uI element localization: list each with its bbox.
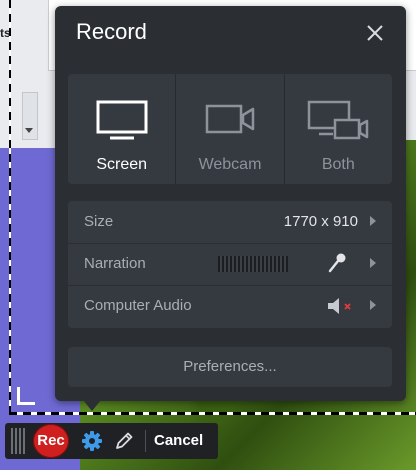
panel-title: Record [76, 19, 147, 44]
mode-both-label: Both [321, 156, 355, 173]
background-scroll-arrow-icon [25, 128, 33, 133]
monitor-icon [96, 100, 148, 140]
speaker-muted-icon [328, 298, 351, 314]
toolbar-divider [145, 430, 146, 452]
narration-row[interactable]: Narration [68, 243, 392, 286]
size-value: 1770 x 910 [283, 213, 358, 230]
recorder-toolbar: Rec Cancel [5, 423, 218, 459]
settings-group: Size 1770 x 910 Narration Computer Audio [68, 201, 392, 328]
capture-mode-group: Screen Webcam Both [68, 74, 392, 184]
chevron-right-icon [370, 300, 376, 310]
size-row[interactable]: Size 1770 x 910 [68, 201, 392, 244]
mode-screen-label: Screen [96, 156, 148, 173]
cancel-button[interactable]: Cancel [154, 432, 203, 449]
panel-pointer [83, 400, 101, 411]
computer-audio-row[interactable]: Computer Audio [68, 285, 392, 327]
narration-level-meter [218, 256, 288, 272]
computer-audio-label: Computer Audio [84, 297, 192, 314]
chevron-right-icon [370, 258, 376, 268]
narration-label: Narration [84, 255, 146, 272]
record-panel: Record Screen Webcam Both Size 1770 x 91… [55, 6, 406, 401]
webcam-icon [205, 104, 255, 134]
mode-screen[interactable]: Screen [68, 74, 177, 184]
monitor-webcam-icon [308, 100, 369, 140]
mode-webcam[interactable]: Webcam [176, 74, 285, 184]
mode-webcam-label: Webcam [198, 156, 262, 173]
pencil-icon[interactable] [113, 430, 135, 452]
drag-grip-handle[interactable] [11, 428, 27, 454]
gear-icon[interactable] [81, 430, 103, 452]
capture-frame-bottom-edge[interactable] [9, 412, 416, 415]
close-icon[interactable] [364, 22, 386, 44]
preferences-button[interactable]: Preferences... [68, 347, 392, 387]
size-label: Size [84, 213, 114, 230]
mode-both[interactable]: Both [285, 74, 392, 184]
microphone-icon [328, 253, 346, 273]
capture-corner-handle[interactable] [17, 387, 35, 405]
rec-button[interactable]: Rec [33, 424, 69, 458]
capture-frame-left-edge[interactable] [9, 0, 11, 414]
chevron-right-icon [370, 216, 376, 226]
